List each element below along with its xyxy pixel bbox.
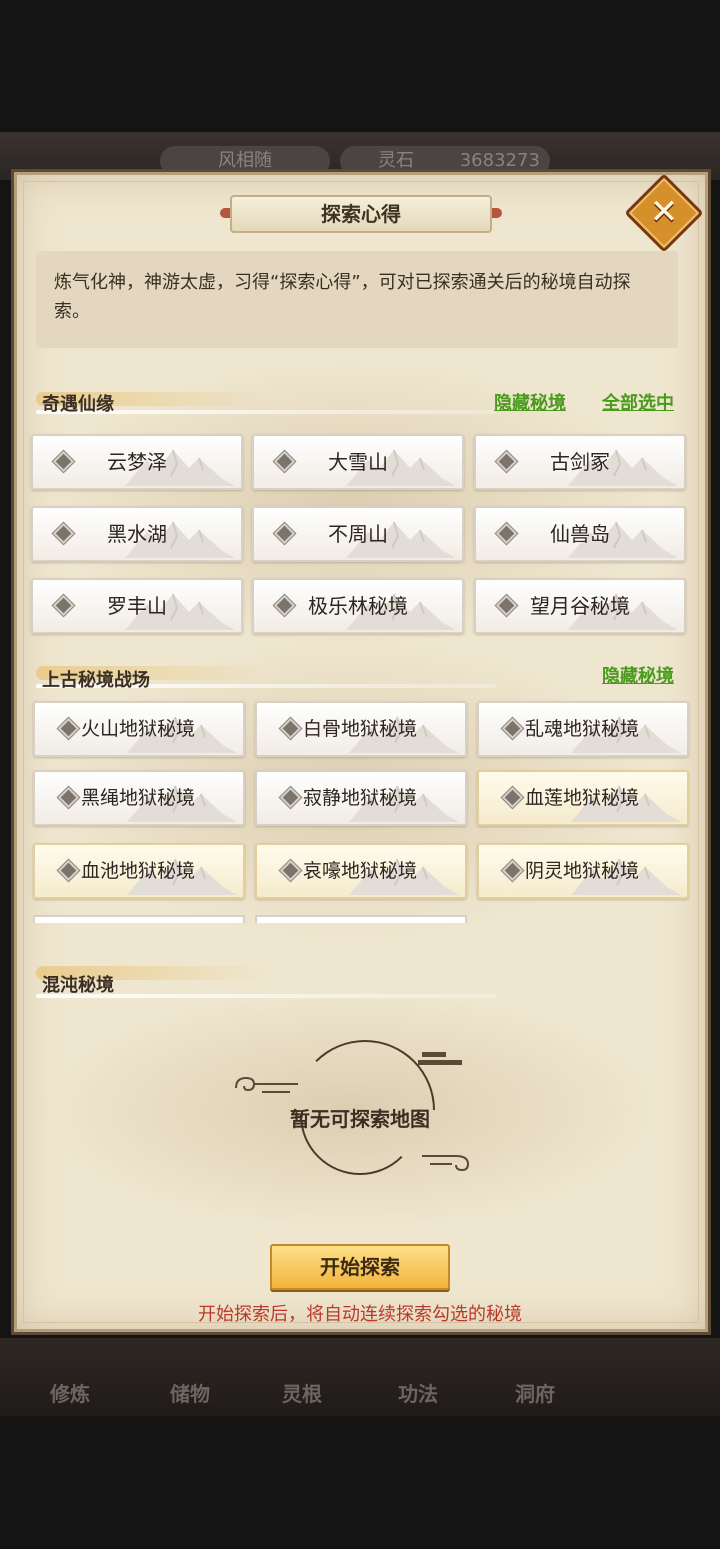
realm-card[interactable]: 云梦泽	[31, 434, 243, 490]
realm-card[interactable]: 血池地狱秘境	[33, 843, 245, 899]
bottom-tab-storage: 储物	[170, 1382, 210, 1406]
checkbox-diamond-icon[interactable]	[278, 785, 303, 810]
checkbox-diamond-icon[interactable]	[56, 716, 81, 741]
realm-card-label: 哀嚎地狱秘境	[303, 860, 418, 882]
realm-card-label: 白骨地狱秘境	[303, 718, 418, 740]
realm-card-label: 火山地狱秘境	[81, 718, 196, 740]
checkbox-diamond-icon[interactable]	[56, 785, 81, 810]
bottom-tab-cultivate: 修炼	[50, 1382, 90, 1406]
cloud-top-icon	[418, 1052, 462, 1065]
realm-card-label: 大雪山	[328, 450, 388, 474]
hide-realms-link[interactable]: 隐藏秘境	[602, 662, 674, 688]
realm-card-label: 不周山	[328, 522, 388, 546]
select-all-link[interactable]: 全部选中	[602, 389, 674, 415]
dialog-title: 探索心得	[230, 195, 492, 233]
realm-card[interactable]: 寂静地狱秘境	[255, 770, 467, 826]
bottom-tab-spirit-root: 灵根	[282, 1382, 322, 1406]
empty-state-text: 暂无可探索地图	[290, 1107, 430, 1131]
realm-card[interactable]: 乱魂地狱秘境	[477, 701, 689, 757]
realm-card[interactable]: 不周山	[252, 506, 464, 562]
bottom-tab-skills: 功法	[398, 1382, 438, 1406]
realm-card-label: 寂静地狱秘境	[303, 787, 418, 809]
section-title-ancient-realms: 上古秘境战场	[42, 670, 150, 691]
realm-card-label: 阴灵地狱秘境	[525, 860, 640, 882]
realm-card[interactable]: 黑水湖	[31, 506, 243, 562]
realm-card[interactable]: 阴灵地狱秘境	[477, 843, 689, 899]
checkbox-diamond-icon[interactable]	[500, 785, 525, 810]
spirit-stone-count: 3683273	[459, 150, 540, 171]
checkbox-diamond-icon[interactable]	[56, 858, 81, 883]
realm-card-label: 仙兽岛	[550, 522, 610, 546]
realm-card-label: 古剑冢	[550, 450, 610, 474]
realm-card[interactable]: 仙兽岛	[474, 506, 686, 562]
realm-card[interactable]: 火山地狱秘境	[33, 701, 245, 757]
checkbox-diamond-icon[interactable]	[278, 858, 303, 883]
player-name: 风相随	[218, 150, 272, 171]
realm-card-label: 乱魂地狱秘境	[525, 718, 640, 740]
checkbox-diamond-icon[interactable]	[500, 716, 525, 741]
realm-card[interactable]: 极乐林秘境	[252, 578, 464, 634]
close-icon[interactable]: ✕	[636, 185, 692, 241]
realm-card-label: 云梦泽	[107, 450, 167, 474]
section-title-chaos-realms: 混沌秘境	[42, 975, 114, 996]
clipped-card	[33, 915, 245, 923]
spirit-stone-label: 灵石	[378, 150, 414, 171]
checkbox-diamond-icon[interactable]	[278, 716, 303, 741]
checkbox-diamond-icon[interactable]	[500, 858, 525, 883]
clipped-card	[255, 915, 467, 923]
realm-card[interactable]: 哀嚎地狱秘境	[255, 843, 467, 899]
realm-card-label: 血池地狱秘境	[81, 860, 196, 882]
description-box: 炼气化神，神游太虚，习得“探索心得”，可对已探索通关后的秘境自动探索。	[36, 251, 678, 348]
realm-card[interactable]: 血莲地狱秘境	[477, 770, 689, 826]
realm-card[interactable]: 望月谷秘境	[474, 578, 686, 634]
realm-card[interactable]: 罗丰山	[31, 578, 243, 634]
realm-card-label: 血莲地狱秘境	[525, 787, 640, 809]
realm-card[interactable]: 黑绳地狱秘境	[33, 770, 245, 826]
section-title-encounters: 奇遇仙缘	[42, 394, 114, 415]
cloud-right-icon	[422, 1155, 470, 1172]
realm-card-label: 极乐林秘境	[308, 594, 408, 618]
realm-card[interactable]: 白骨地狱秘境	[255, 701, 467, 757]
realm-card[interactable]: 古剑冢	[474, 434, 686, 490]
hide-realms-link[interactable]: 隐藏秘境	[494, 389, 566, 415]
start-explore-button[interactable]: 开始探索	[270, 1244, 450, 1290]
cloud-left-icon	[235, 1076, 298, 1093]
bottom-tab-cave: 洞府	[515, 1382, 555, 1406]
realm-card-label: 望月谷秘境	[530, 594, 630, 618]
explore-hint: 开始探索后，将自动连续探索勾选的秘境	[198, 1304, 522, 1325]
realm-card[interactable]: 大雪山	[252, 434, 464, 490]
realm-card-label: 黑绳地狱秘境	[81, 787, 196, 809]
realm-card-label: 黑水湖	[107, 522, 167, 546]
realm-card-label: 罗丰山	[107, 594, 167, 618]
